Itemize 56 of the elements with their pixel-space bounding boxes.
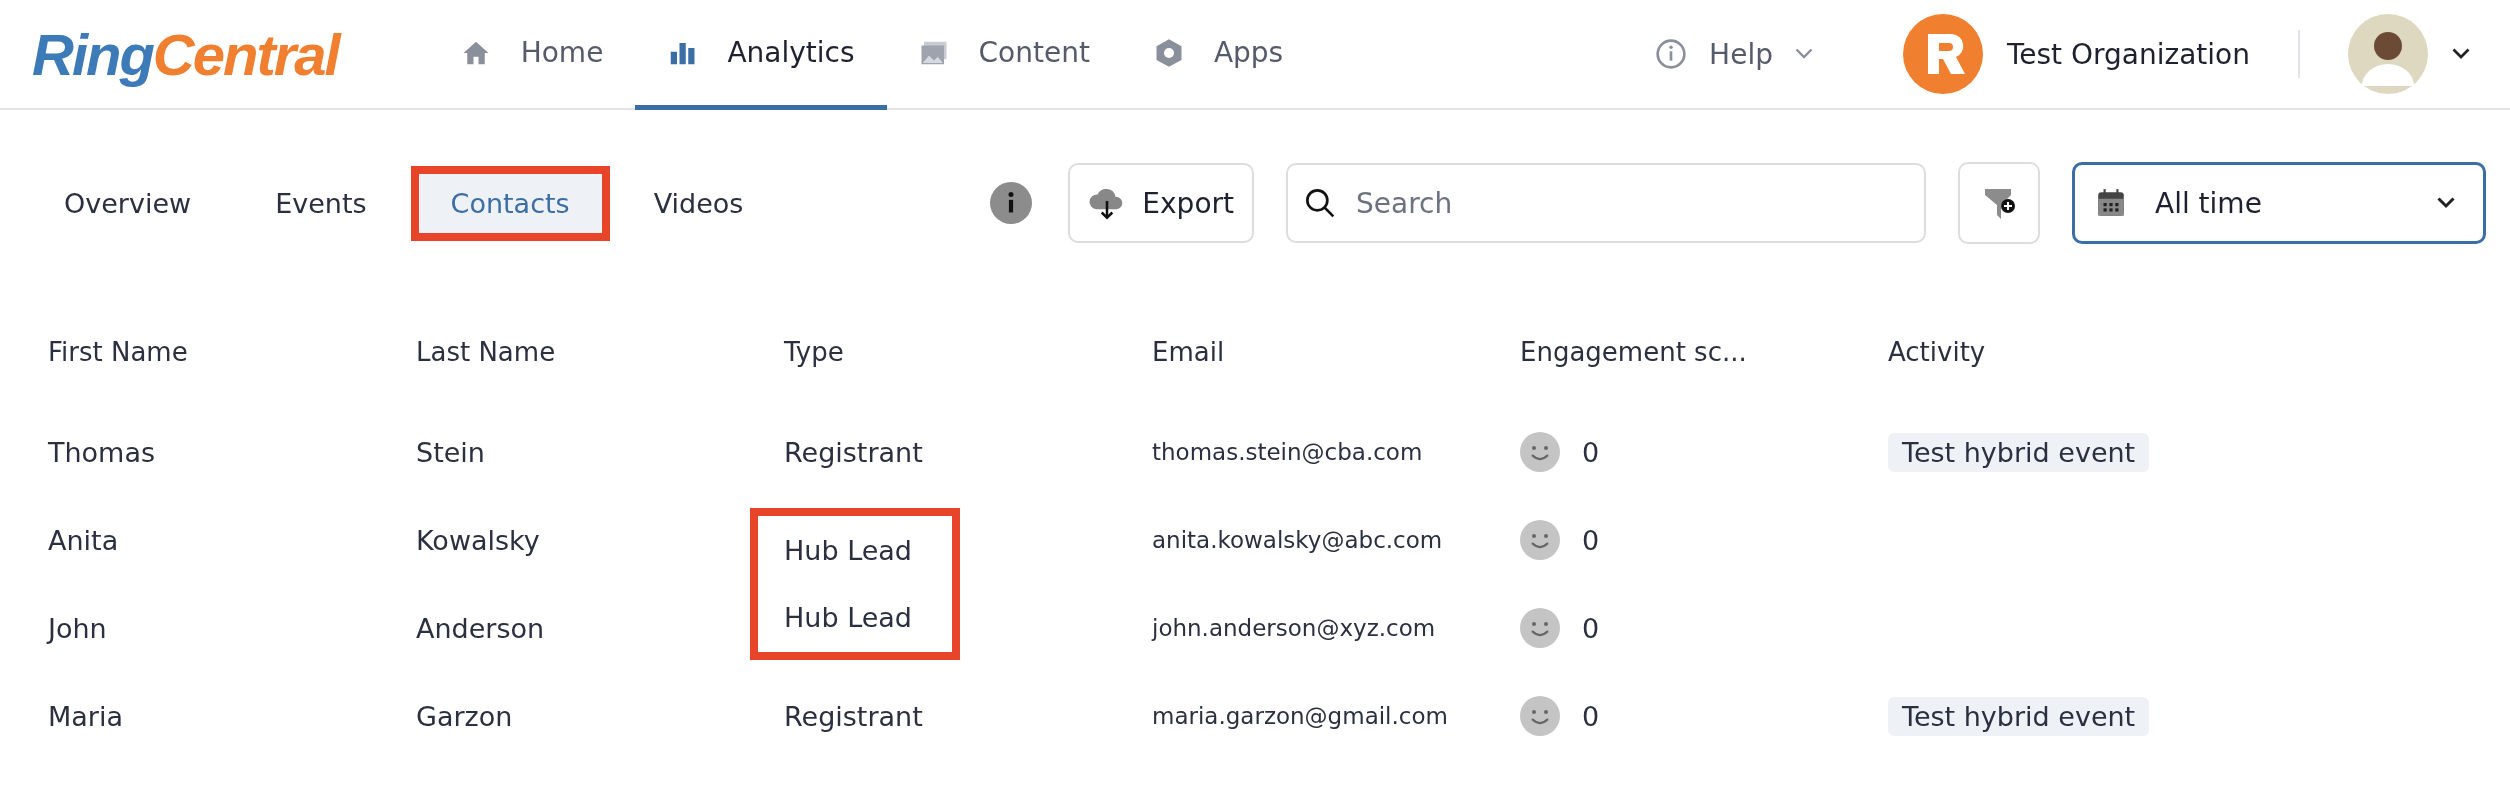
- table-cell: thomas.stein@cba.com: [1152, 439, 1423, 465]
- table-cell: Thomas: [48, 436, 156, 468]
- column-header[interactable]: Email: [1152, 337, 1520, 367]
- export-button[interactable]: Export: [1068, 163, 1254, 243]
- table-cell: Stein: [416, 436, 485, 468]
- table-cell: Hub Lead: [784, 602, 912, 634]
- table-cell: Maria: [48, 700, 123, 732]
- smiley-icon: [1520, 432, 1560, 472]
- organization-logo-icon: [1902, 14, 1983, 94]
- smiley-icon: [1520, 696, 1560, 736]
- column-header[interactable]: Type: [784, 337, 1152, 367]
- table-cell: Anita: [48, 524, 119, 556]
- column-header[interactable]: Engagement sc...: [1520, 337, 1888, 367]
- avatar-icon: [2348, 14, 2428, 94]
- search-field[interactable]: Search: [1286, 163, 1926, 243]
- table-cell: Anderson: [416, 612, 545, 644]
- score-value: 0: [1582, 436, 1600, 468]
- caret-icon: [2452, 48, 2470, 60]
- table-cell: anita.kowalsky@abc.com: [1152, 527, 1443, 553]
- tab[interactable]: Contacts: [410, 165, 610, 241]
- score-value: 0: [1582, 612, 1600, 644]
- table-cell: Registrant: [784, 436, 923, 468]
- score-value: 0: [1582, 700, 1600, 732]
- score-value: 0: [1582, 524, 1600, 556]
- smiley-icon: [1520, 520, 1560, 560]
- table-cell: Registrant: [784, 700, 923, 732]
- smiley-icon: [1520, 608, 1560, 648]
- tab[interactable]: Videos: [613, 165, 784, 241]
- nav-item[interactable]: Analytics: [635, 0, 887, 110]
- organization-menu[interactable]: Test Organization: [1902, 14, 2250, 94]
- info-icon[interactable]: [990, 182, 1033, 224]
- info-icon: [1655, 38, 1688, 70]
- column-header[interactable]: Activity: [1888, 337, 2288, 367]
- column-header[interactable]: Last Name: [416, 337, 784, 367]
- table-cell: Garzon: [416, 700, 513, 732]
- filter-button[interactable]: [1958, 162, 2040, 244]
- table-cell: john.anderson@xyz.com: [1152, 615, 1436, 641]
- caret-icon: [2437, 197, 2455, 209]
- nav-item[interactable]: Apps: [1121, 0, 1316, 110]
- user-menu[interactable]: [2348, 14, 2470, 94]
- activity-tag: Test hybrid event: [1888, 432, 2150, 472]
- calendar-icon: [2095, 187, 2127, 219]
- activity-tag: Test hybrid event: [1888, 696, 2150, 736]
- logo[interactable]: RingCentral: [32, 20, 339, 88]
- column-header[interactable]: First Name: [48, 337, 416, 367]
- table-cell: maria.garzon@gmail.com: [1152, 703, 1448, 729]
- table-cell: Kowalsky: [416, 524, 540, 556]
- nav-item[interactable]: Home: [428, 0, 636, 110]
- table-cell: Hub Lead: [784, 534, 912, 566]
- caret-icon: [1794, 48, 1813, 60]
- table-cell: John: [48, 612, 107, 644]
- nav-item[interactable]: Content: [886, 0, 1122, 110]
- date-range-select[interactable]: All time: [2072, 162, 2486, 244]
- tab[interactable]: Overview: [24, 165, 232, 241]
- tab[interactable]: Events: [235, 165, 407, 241]
- help-menu[interactable]: Help: [1655, 37, 1813, 71]
